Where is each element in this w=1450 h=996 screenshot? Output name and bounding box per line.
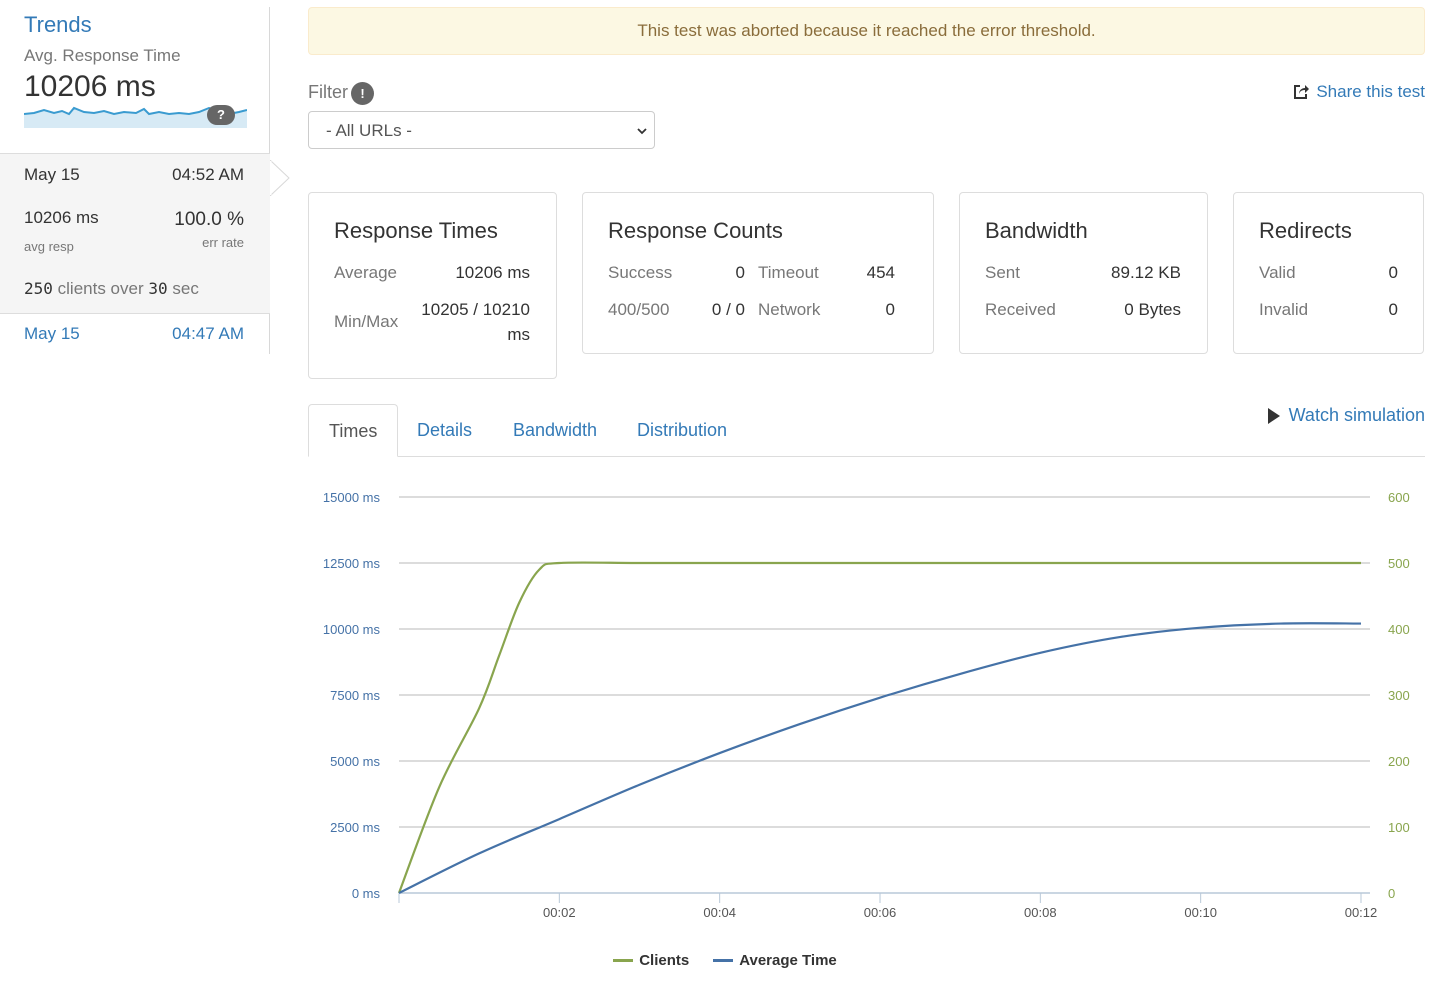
url-filter-select[interactable]: - All URLs - bbox=[308, 111, 655, 149]
share-icon bbox=[1294, 85, 1310, 99]
http-errors-label: 400/500 bbox=[608, 300, 670, 319]
response-counts-card: Response Counts Success 0 Timeout 454 40… bbox=[582, 192, 934, 354]
sidebar: Trends Avg. Response Time 10206 ms ? May… bbox=[0, 0, 270, 354]
y-right-tick-label: 100 bbox=[1388, 820, 1410, 835]
timeout-label: Timeout bbox=[758, 263, 819, 282]
x-tick-label: 00:06 bbox=[864, 905, 897, 920]
x-tick-label: 00:10 bbox=[1184, 905, 1217, 920]
previous-run-date[interactable]: May 15 bbox=[24, 324, 80, 344]
avg-response-value: 10206 ms bbox=[24, 70, 156, 103]
play-icon bbox=[1267, 407, 1280, 424]
previous-run-time[interactable]: 04:47 AM bbox=[172, 324, 244, 344]
response-times-chart: 0 ms 0 2500 ms 100 5000 ms 200 7500 ms 300 10000… bbox=[323, 490, 1410, 920]
success-value: 0 bbox=[735, 263, 745, 282]
clients-series-line bbox=[397, 561, 1361, 894]
current-run-item[interactable]: May 15 04:52 AM 10206 ms avg resp 100.0 … bbox=[0, 153, 270, 314]
watch-simulation-label: Watch simulation bbox=[1288, 405, 1425, 425]
valid-value: 0 bbox=[1388, 263, 1398, 282]
y-left-tick-label: 7500 ms bbox=[330, 688, 380, 703]
network-label: Network bbox=[758, 300, 821, 319]
y-right-tick-label: 200 bbox=[1388, 754, 1410, 769]
url-filter-selected: - All URLs - bbox=[326, 121, 412, 140]
watch-simulation-link[interactable]: Watch simulation bbox=[1267, 405, 1425, 426]
run-duration: 30 bbox=[148, 279, 168, 298]
trends-title[interactable]: Trends bbox=[24, 12, 92, 38]
bandwidth-title: Bandwidth bbox=[985, 218, 1088, 243]
response-times-title: Response Times bbox=[334, 218, 498, 243]
y-right-tick-label: 0 bbox=[1388, 886, 1395, 901]
minmax-value: 10205 / 10210 bbox=[421, 300, 530, 319]
network-value: 0 bbox=[885, 300, 895, 319]
y-right-tick-label: 300 bbox=[1388, 688, 1410, 703]
valid-label: Valid bbox=[1259, 263, 1296, 282]
average-value: 10206 ms bbox=[455, 263, 530, 282]
avg-response-label: Avg. Response Time bbox=[24, 46, 181, 65]
y-left-tick-label: 0 ms bbox=[352, 886, 381, 901]
sent-label: Sent bbox=[985, 263, 1020, 282]
bandwidth-card: Bandwidth Sent 89.12 KB Received 0 Bytes bbox=[959, 192, 1208, 354]
x-tick-label: 00:12 bbox=[1345, 905, 1378, 920]
x-tick-label: 00:02 bbox=[543, 905, 576, 920]
filter-label: Filter bbox=[308, 82, 348, 102]
received-value: 0 Bytes bbox=[1124, 300, 1181, 319]
run-err-rate: 100.0 % bbox=[174, 209, 244, 230]
success-label: Success bbox=[608, 263, 673, 282]
response-counts-title: Response Counts bbox=[608, 218, 783, 243]
legend-average-time-label: Average Time bbox=[739, 951, 837, 969]
legend-clients-swatch bbox=[613, 958, 634, 962]
legend-average-time-swatch bbox=[713, 958, 734, 962]
chart-legend: Clients Average Time bbox=[0, 950, 1450, 970]
legend-clients-label: Clients bbox=[639, 951, 690, 969]
response-times-card: Response Times Average 10206 ms Min/Max … bbox=[308, 192, 557, 379]
average-label: Average bbox=[334, 263, 398, 282]
run-clients-count: 250 bbox=[24, 279, 53, 298]
run-avg-resp-label: avg resp bbox=[24, 239, 74, 254]
y-left-tick-label: 5000 ms bbox=[330, 754, 380, 769]
tab-times[interactable]: Times bbox=[308, 404, 399, 457]
y-right-tick-label: 500 bbox=[1388, 556, 1410, 571]
selected-run-pointer-icon bbox=[270, 160, 290, 196]
y-left-tick-label: 15000 ms bbox=[323, 490, 381, 505]
tab-distribution[interactable]: Distribution bbox=[617, 404, 747, 457]
invalid-value: 0 bbox=[1388, 300, 1398, 319]
share-test-link[interactable]: Share this test bbox=[1292, 82, 1425, 102]
redirects-title: Redirects bbox=[1259, 218, 1352, 243]
legend-clients[interactable]: Clients bbox=[613, 950, 689, 970]
run-duration-unit: sec bbox=[172, 279, 199, 298]
previous-run-item[interactable]: May 15 04:47 AM bbox=[0, 315, 270, 353]
x-tick-label: 00:08 bbox=[1024, 905, 1057, 920]
filter-info-icon[interactable]: ! bbox=[351, 82, 374, 105]
run-err-rate-label: err rate bbox=[202, 235, 244, 250]
average-time-series-line bbox=[398, 622, 1362, 894]
tab-bandwidth[interactable]: Bandwidth bbox=[493, 404, 617, 457]
redirects-card: Redirects Valid 0 Invalid 0 bbox=[1233, 192, 1424, 354]
run-clients-text: clients over bbox=[57, 279, 144, 298]
y-right-tick-label: 400 bbox=[1388, 622, 1410, 637]
trends-help-badge[interactable]: ? bbox=[207, 105, 235, 125]
tab-details[interactable]: Details bbox=[397, 404, 492, 457]
legend-average-time[interactable]: Average Time bbox=[713, 950, 837, 970]
http-errors-value: 0 / 0 bbox=[711, 300, 745, 319]
received-label: Received bbox=[985, 300, 1056, 319]
y-right-tick-label: 600 bbox=[1388, 490, 1410, 505]
timeout-value: 454 bbox=[866, 263, 895, 282]
y-left-tick-label: 2500 ms bbox=[330, 820, 380, 835]
minmax-label: Min/Max bbox=[334, 312, 399, 331]
chevron-down-icon bbox=[637, 128, 647, 135]
error-threshold-alert: This test was aborted because it reached… bbox=[308, 7, 1425, 55]
sent-value: 89.12 KB bbox=[1111, 263, 1181, 282]
invalid-label: Invalid bbox=[1259, 300, 1309, 319]
y-left-tick-label: 10000 ms bbox=[323, 622, 381, 637]
run-clients-summary: 250 clients over 30 sec bbox=[24, 279, 199, 299]
chart-tabs: Times Details Bandwidth Distribution bbox=[308, 404, 1425, 457]
run-avg-resp: 10206 ms bbox=[24, 208, 99, 227]
minmax-unit: ms bbox=[507, 325, 530, 344]
x-tick-label: 00:04 bbox=[703, 905, 736, 920]
y-left-tick-label: 12500 ms bbox=[323, 556, 381, 571]
run-time: 04:52 AM bbox=[172, 165, 244, 184]
share-test-label: Share this test bbox=[1316, 82, 1425, 101]
run-date: May 15 bbox=[24, 165, 80, 184]
